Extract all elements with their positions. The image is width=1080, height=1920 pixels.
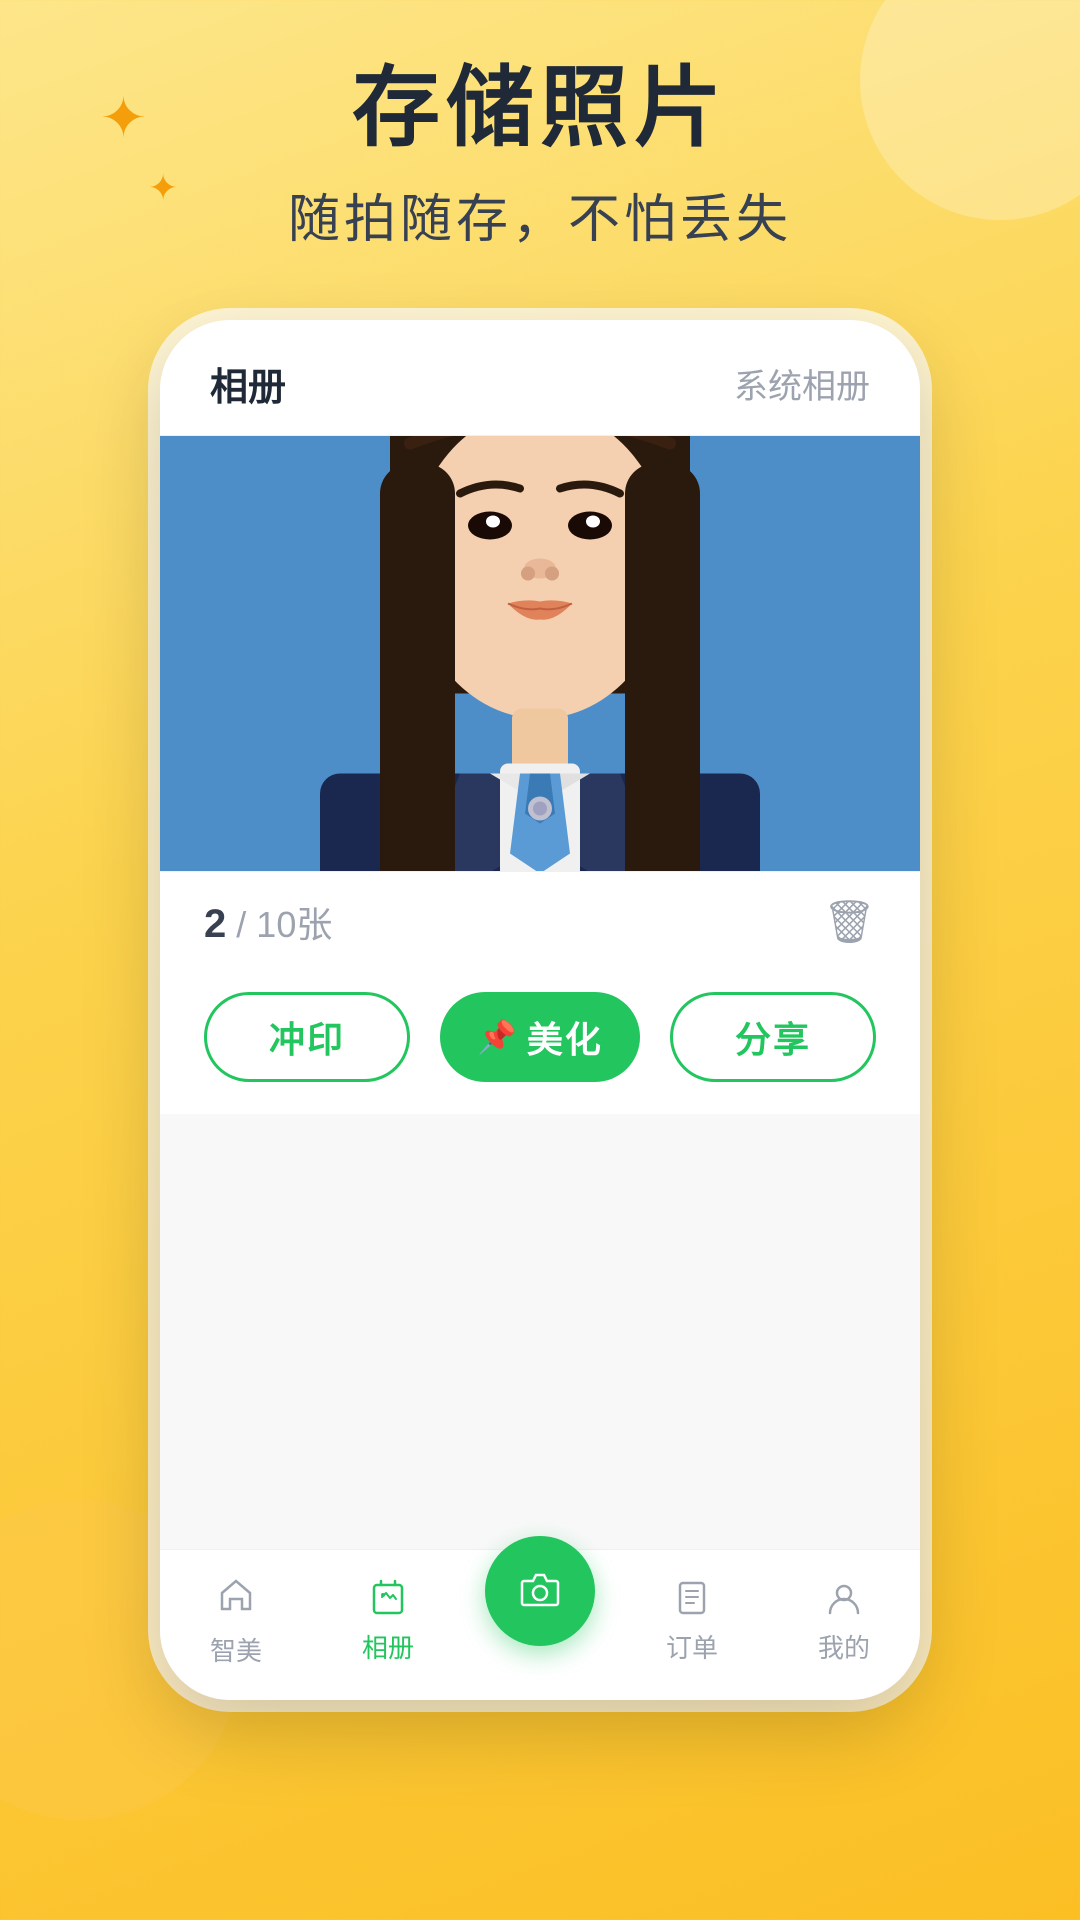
beautify-icon: 📌 [477,1018,519,1056]
home-icon [216,1575,256,1625]
profile-icon [824,1577,864,1622]
nav-label-mine: 我的 [818,1628,870,1665]
beautify-button[interactable]: 📌 美化 [440,992,640,1082]
nav-item-zhimei[interactable]: 智美 [160,1575,312,1668]
camera-button[interactable] [485,1536,595,1646]
nav-item-orders[interactable]: 订单 [616,1577,768,1665]
main-title: 存储照片 [0,60,1080,157]
photo-image [160,436,920,871]
bottom-space [160,1114,920,1549]
tab-system-album[interactable]: 系统相册 [734,359,870,408]
nav-label-orders: 订单 [666,1628,718,1665]
phone-header: 相册 系统相册 [160,320,920,436]
nav-item-album[interactable]: 相册 [312,1577,464,1665]
delete-button[interactable]: 🗑 [823,898,876,947]
print-button[interactable]: 冲印 [204,992,410,1082]
action-buttons: 冲印 📌 美化 分享 [160,972,920,1114]
photo-area [160,436,920,871]
orders-icon [672,1577,712,1622]
sub-title: 随拍随存，不怕丢失 [0,177,1080,252]
photo-info-bar: 2 / 10张 🗑 [160,871,920,972]
nav-item-camera[interactable] [464,1536,616,1646]
bottom-nav: 智美 相册 [160,1549,920,1700]
nav-label-album: 相册 [362,1628,414,1665]
nav-label-zhimei: 智美 [210,1631,262,1668]
tab-album[interactable]: 相册 [210,356,286,411]
phone-mockup: 相册 系统相册 [160,320,920,1700]
photo-count-total: 10张 [256,904,332,945]
photo-count-separator: / [236,904,246,945]
title-area: 存储照片 随拍随存，不怕丢失 [0,60,1080,252]
album-icon [368,1577,408,1622]
share-button[interactable]: 分享 [670,992,876,1082]
photo-count-current: 2 [204,902,226,946]
beautify-label: 美化 [527,1011,603,1063]
nav-item-mine[interactable]: 我的 [768,1577,920,1665]
photo-count: 2 / 10张 [204,896,332,948]
